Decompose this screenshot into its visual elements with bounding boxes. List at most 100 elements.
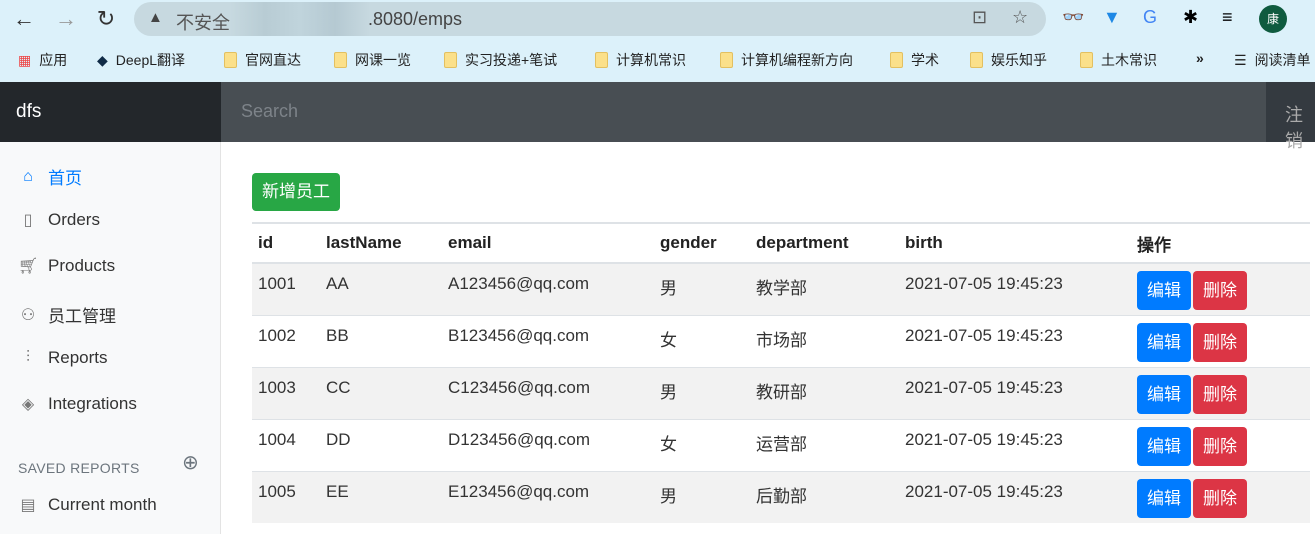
table-row: 1005 EE E123456@qq.com 男后勤部 2021-07-05 19:45… [252, 470, 1310, 523]
folder-icon [595, 52, 608, 68]
cell-email: B123456@qq.com [442, 314, 654, 367]
sidebar-item-employees[interactable]: ⚇ 员工管理 [18, 302, 116, 327]
folder-icon [334, 52, 347, 68]
edit-button[interactable]: 编辑 [1137, 478, 1191, 518]
table-row: 1004 DD D123456@qq.com 女运营部 2021-07-05 19:45… [252, 418, 1310, 471]
url-text[interactable]: .8080/emps [368, 9, 462, 30]
sidebar-item-products[interactable]: 🛒︎ Products [18, 256, 115, 276]
extension-avatar-icon[interactable]: 👓 [1062, 7, 1084, 28]
address-bar[interactable]: ▲ 不安全 .8080/emps ⊡ ☆ [134, 2, 1046, 36]
cell-id: 1003 [252, 366, 320, 419]
folder-icon [890, 52, 903, 68]
cell-email: D123456@qq.com [442, 418, 654, 471]
reading-list-icon: ☰ [1234, 51, 1247, 68]
star-icon[interactable]: ☆ [1012, 7, 1028, 28]
back-icon[interactable]: ← [10, 6, 38, 34]
sidebar-item-orders[interactable]: ▯ Orders [18, 210, 100, 230]
security-label[interactable]: 不安全 [176, 9, 230, 35]
bookmark-folder[interactable]: 学术 [890, 50, 939, 70]
file-text-icon: ▤ [20, 497, 36, 514]
cell-lastname: CC [320, 366, 442, 419]
top-navbar: dfs Search 注销 [0, 82, 1315, 151]
extension-diamond-icon[interactable]: ▼ [1103, 7, 1121, 28]
delete-button[interactable]: 删除 [1193, 322, 1247, 362]
column-header: lastName [320, 222, 442, 264]
layers-icon: ◈ [21, 396, 35, 413]
extensions-puzzle-icon[interactable]: ✱ [1183, 7, 1198, 28]
column-header: id [252, 222, 320, 264]
edit-button[interactable]: 编辑 [1137, 271, 1191, 310]
cell-lastname: DD [320, 418, 442, 471]
media-queue-icon[interactable]: ≡ [1222, 7, 1233, 28]
cart-icon: 🛒︎ [18, 258, 39, 275]
column-header: gender [654, 222, 750, 264]
google-translate-icon[interactable]: G [1143, 7, 1157, 28]
cell-id: 1005 [252, 470, 320, 523]
reload-icon[interactable]: ↻ [92, 6, 120, 34]
edit-button[interactable]: 编辑 [1137, 322, 1191, 362]
signout-link[interactable]: 注销 [1285, 101, 1315, 153]
cell-gender: 男 [654, 470, 750, 523]
cell-gender: 男 [654, 366, 750, 419]
translate-icon[interactable]: ⊡ [972, 7, 987, 28]
bookmark-folder[interactable]: 官网直达 [224, 50, 301, 70]
bookmark-folder[interactable]: 计算机编程新方向 [720, 50, 853, 70]
sidebar-item-home[interactable]: ⌂ 首页 [18, 164, 82, 189]
cell-email: E123456@qq.com [442, 470, 654, 523]
profile-avatar[interactable]: 康 [1259, 5, 1287, 33]
bookmark-folder[interactable]: 土木常识 [1080, 50, 1157, 70]
sidebar-item-reports[interactable]: ⫶ Reports [18, 348, 108, 368]
folder-icon [720, 52, 733, 68]
folder-icon [444, 52, 457, 68]
sidebar: ⌂ 首页 ▯ Orders 🛒︎ Products ⚇ 员工管理 ⫶ Reports ◈ I… [0, 142, 221, 534]
cell-lastname: BB [320, 314, 442, 367]
saved-reports-heading: SAVED REPORTS [18, 460, 140, 476]
delete-button[interactable]: 删除 [1193, 271, 1247, 310]
cell-birth: 2021-07-05 19:45:23 [899, 366, 1131, 419]
bookmark-deepl[interactable]: ◆ DeepL翻译 [97, 50, 185, 70]
column-header: department [750, 222, 899, 264]
add-report-icon[interactable]: ⊕ [182, 450, 199, 475]
cell-actions: 编辑 删除 [1131, 262, 1310, 315]
brand[interactable]: dfs [0, 82, 221, 142]
forward-icon[interactable]: → [52, 6, 80, 34]
folder-icon [970, 52, 983, 68]
delete-button[interactable]: 删除 [1193, 478, 1247, 518]
column-header: birth [899, 222, 1131, 264]
cell-gender: 女 [654, 418, 750, 471]
table-row: 1003 CC C123456@qq.com 男教研部 2021-07-05 19:45… [252, 366, 1310, 419]
sidebar-item-integrations[interactable]: ◈ Integrations [18, 394, 137, 414]
cell-id: 1004 [252, 418, 320, 471]
folder-icon [1080, 52, 1093, 68]
delete-button[interactable]: 删除 [1193, 426, 1247, 466]
cell-lastname: EE [320, 470, 442, 523]
cell-id: 1001 [252, 262, 320, 315]
column-header: email [442, 222, 654, 264]
table-row: 1001 AA A123456@qq.com 男教学部 2021-07-05 19:45… [252, 262, 1310, 315]
cell-department: 后勤部 [750, 470, 899, 523]
edit-button[interactable]: 编辑 [1137, 426, 1191, 466]
sidebar-item-current-month[interactable]: ▤ Current month [18, 495, 156, 515]
search-input[interactable]: Search [221, 82, 1266, 142]
edit-button[interactable]: 编辑 [1137, 374, 1191, 414]
bookmark-folder[interactable]: 实习投递+笔试 [444, 50, 557, 70]
delete-button[interactable]: 删除 [1193, 374, 1247, 414]
bookmark-folder[interactable]: 娱乐知乎 [970, 50, 1047, 70]
table-header-row: id lastName email gender department birt… [252, 222, 1310, 264]
cell-department: 市场部 [750, 314, 899, 367]
cell-email: A123456@qq.com [442, 262, 654, 315]
more-bookmarks-button[interactable]: » [1196, 50, 1204, 66]
cell-gender: 男 [654, 262, 750, 315]
table-row: 1002 BB B123456@qq.com 女市场部 2021-07-05 19:45… [252, 314, 1310, 367]
bookmark-apps[interactable]: ▦ 应用 [18, 50, 67, 70]
cell-department: 教学部 [750, 262, 899, 315]
employee-table: id lastName email gender department birt… [252, 222, 1310, 523]
bookmark-folder[interactable]: 计算机常识 [595, 50, 686, 70]
cell-actions: 编辑 删除 [1131, 314, 1310, 367]
bookmark-folder[interactable]: 网课一览 [334, 50, 411, 70]
cell-actions: 编辑 删除 [1131, 470, 1310, 523]
cell-birth: 2021-07-05 19:45:23 [899, 314, 1131, 367]
browser-chrome: ← → ↻ ▲ 不安全 .8080/emps ⊡ ☆ 👓 ▼ G ✱ ≡ 康 ▦… [0, 0, 1315, 82]
add-employee-button[interactable]: 新增员工 [252, 173, 340, 211]
reading-list[interactable]: ☰ 阅读清单 [1234, 50, 1311, 70]
